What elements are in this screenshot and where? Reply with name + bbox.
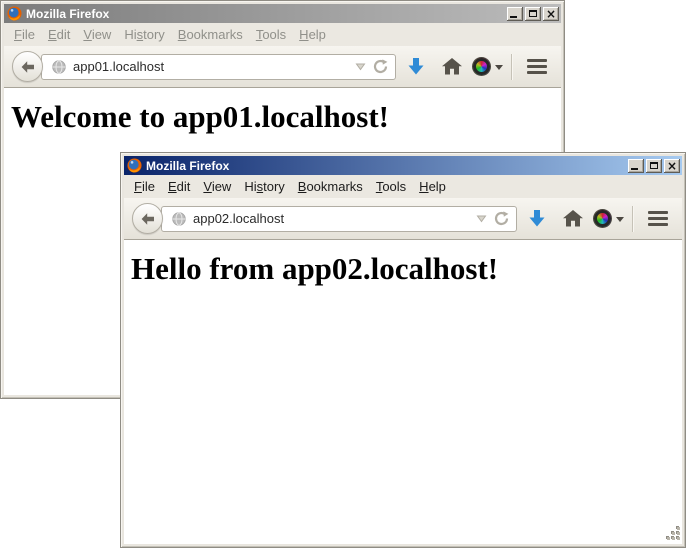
menu-bookmarks[interactable]: Bookmarks [298,179,363,194]
menu-tools[interactable]: Tools [256,27,286,42]
home-icon [442,58,462,75]
menu-file[interactable]: File [14,27,35,42]
close-button[interactable]: × [664,159,680,173]
menubar: File Edit View History Bookmarks Tools H… [124,175,682,198]
back-button[interactable] [12,51,43,82]
menu-history[interactable]: History [124,27,164,42]
menu-bookmarks[interactable]: Bookmarks [178,27,243,42]
menu-history[interactable]: History [244,179,284,194]
firefox-app-icon [127,158,142,173]
resize-grip[interactable] [665,527,680,542]
hamburger-icon [648,211,668,226]
maximize-icon [529,10,537,17]
window-title: Mozilla Firefox [146,159,624,173]
hamburger-icon [527,59,547,74]
toolbar-separator [632,206,633,232]
home-button[interactable] [556,203,589,234]
chevron-down-icon [616,217,624,222]
home-icon [563,210,583,227]
url-bar[interactable]: app01.localhost [41,54,396,80]
reload-icon[interactable] [494,211,509,226]
extension-menu-button[interactable] [592,203,625,234]
minimize-icon [631,168,638,170]
globe-icon [52,60,66,74]
menu-tools[interactable]: Tools [376,179,406,194]
firefox-window-app02: Mozilla Firefox × File Edit View History… [120,152,686,548]
menubar: File Edit View History Bookmarks Tools H… [4,23,561,46]
toolbar-separator [511,54,512,80]
home-button[interactable] [435,51,468,82]
download-button[interactable] [520,203,553,234]
close-icon: × [546,9,556,19]
titlebar[interactable]: Mozilla Firefox × [4,4,561,23]
back-arrow-icon [140,211,156,227]
menu-help[interactable]: Help [419,179,446,194]
color-wheel-icon [594,210,611,227]
url-bar[interactable]: app02.localhost [161,206,517,232]
back-arrow-icon [20,59,36,75]
menu-help[interactable]: Help [299,27,326,42]
extension-menu-button[interactable] [471,51,504,82]
color-wheel-icon [473,58,490,75]
minimize-icon [510,16,517,18]
navigation-toolbar: app01.localhost [4,46,561,88]
maximize-button[interactable] [646,159,662,173]
reload-icon[interactable] [373,59,388,74]
window-controls: × [507,7,559,21]
close-button[interactable]: × [543,7,559,21]
urlbar-dropdown-icon[interactable] [476,214,487,223]
maximize-button[interactable] [525,7,541,21]
menu-view[interactable]: View [83,27,111,42]
window-title: Mozilla Firefox [26,7,503,21]
titlebar[interactable]: Mozilla Firefox × [124,156,682,175]
navigation-toolbar: app02.localhost [124,198,682,240]
globe-icon [172,212,186,226]
menu-edit[interactable]: Edit [168,179,190,194]
menu-file[interactable]: File [134,179,155,194]
hamburger-menu-button[interactable] [520,51,553,82]
download-button[interactable] [399,51,432,82]
url-text[interactable]: app01.localhost [73,59,348,74]
page-content: Hello from app02.localhost! [124,240,682,544]
close-icon: × [667,161,677,171]
page-heading: Hello from app02.localhost! [131,251,682,287]
window-controls: × [628,159,680,173]
firefox-app-icon [7,6,22,21]
minimize-button[interactable] [628,159,644,173]
urlbar-dropdown-icon[interactable] [355,62,366,71]
menu-view[interactable]: View [203,179,231,194]
page-heading: Welcome to app01.localhost! [11,99,561,135]
hamburger-menu-button[interactable] [641,203,674,234]
back-button[interactable] [132,203,163,234]
menu-edit[interactable]: Edit [48,27,70,42]
download-arrow-icon [407,57,425,76]
chevron-down-icon [495,65,503,70]
download-arrow-icon [528,209,546,228]
url-text[interactable]: app02.localhost [193,211,469,226]
minimize-button[interactable] [507,7,523,21]
maximize-icon [650,162,658,169]
